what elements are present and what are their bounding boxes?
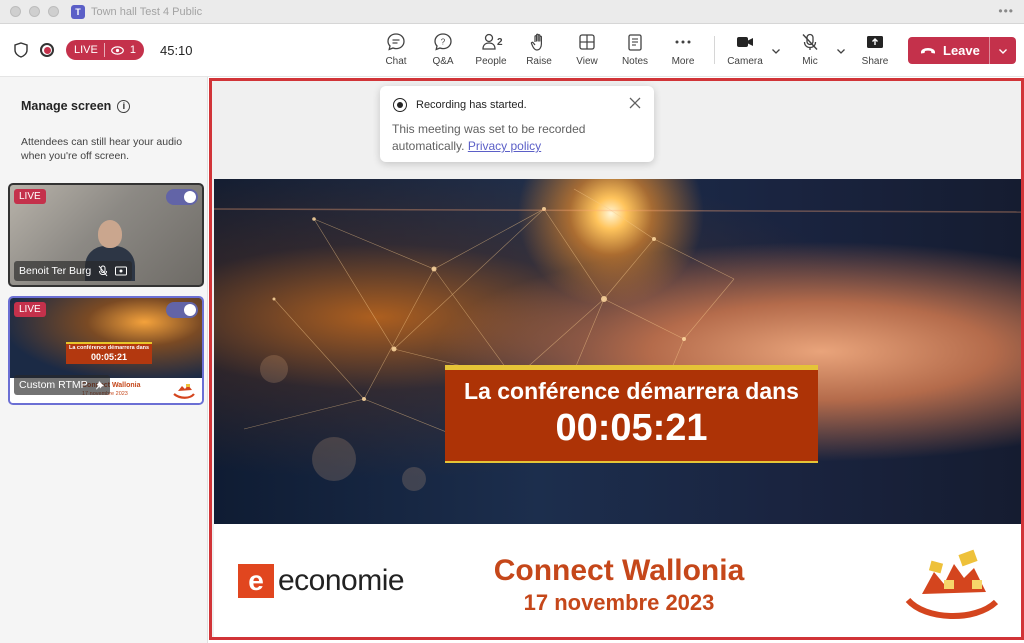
tile-live-badge: LIVE: [14, 189, 46, 204]
main-stage: La conférence démarrera dans 00:05:21 e …: [209, 78, 1024, 640]
raise-hand-button[interactable]: Raise: [514, 32, 564, 67]
recording-icon: [40, 43, 54, 57]
live-divider: [103, 43, 105, 57]
notes-label: Notes: [621, 56, 649, 67]
viewer-count: 1: [129, 44, 136, 56]
minimize-window-button[interactable]: [29, 6, 40, 17]
eye-icon: [110, 45, 124, 55]
source-name: Custom RTMP: [19, 379, 88, 391]
info-icon[interactable]: i: [117, 99, 131, 113]
view-grid-icon: [579, 34, 595, 50]
people-count: 2: [497, 37, 503, 48]
recording-notification: Recording has started. This meeting was …: [380, 86, 654, 162]
qa-label: Q&A: [432, 56, 454, 67]
maximize-window-button[interactable]: [48, 6, 59, 17]
share-label: Share: [861, 56, 889, 67]
camera-icon: [737, 37, 753, 47]
notification-title: Recording has started.: [416, 99, 527, 111]
manage-screen-panel: Manage screen i Attendees can still hear…: [0, 77, 208, 643]
chat-label: Chat: [385, 56, 407, 67]
shield-icon[interactable]: [14, 42, 28, 58]
hand-icon: [530, 33, 542, 51]
mic-muted-icon: [98, 265, 108, 277]
panel-title-text: Manage screen: [21, 99, 112, 113]
more-label: More: [671, 56, 695, 67]
share-icon: [867, 36, 883, 48]
thumb-countdown-label: La conférence démarrera dans: [68, 345, 150, 351]
slide-footer: e economie Connect Wallonia 17 novembre …: [214, 524, 1021, 637]
thumb-countdown-banner: La conférence démarrera dans 00:05:21: [66, 342, 152, 364]
live-status-badge[interactable]: LIVE 1: [66, 40, 144, 60]
camera-label: Camera: [727, 56, 763, 67]
meeting-timer: 45:10: [159, 42, 193, 58]
connect-wallonia-logo-icon: [905, 549, 999, 620]
network-lines-decoration: [214, 188, 1021, 491]
people-button[interactable]: 2 People: [466, 32, 516, 67]
chat-button[interactable]: Chat: [371, 32, 421, 67]
mic-label: Mic: [802, 56, 818, 67]
participant-name-bar: Benoit Ter Burg: [14, 261, 133, 281]
view-button[interactable]: View: [562, 32, 612, 67]
participant-tile-benoit[interactable]: LIVE Benoit Ter Burg: [8, 183, 204, 287]
close-icon[interactable]: [628, 96, 642, 110]
mic-button[interactable]: Mic: [785, 32, 835, 67]
on-screen-toggle[interactable]: [166, 189, 198, 205]
countdown-time: 00:05:21: [555, 407, 708, 449]
mic-options-chevron-icon[interactable]: [836, 46, 846, 56]
on-screen-toggle[interactable]: [166, 302, 198, 318]
qa-button[interactable]: ? Q&A: [418, 32, 468, 67]
share-button[interactable]: Share: [850, 32, 900, 67]
notes-button[interactable]: Notes: [610, 32, 660, 67]
camera-button[interactable]: Camera: [720, 32, 770, 67]
window-titlebar: T Town hall Test 4 Public •••: [0, 0, 1024, 24]
meeting-toolbar: LIVE 1 45:10 Chat ? Q&A 2 People Raise V…: [0, 24, 1024, 77]
leave-options-chevron[interactable]: [990, 46, 1016, 56]
people-label: People: [475, 56, 507, 67]
toolbar-divider: [714, 36, 715, 64]
chevron-down-icon: [999, 48, 1007, 54]
recording-status-icon: [393, 98, 407, 112]
mic-off-icon: [802, 33, 818, 50]
slide-background-image: [214, 179, 1021, 524]
pin-icon[interactable]: [95, 380, 105, 390]
svg-text:?: ?: [441, 38, 446, 47]
notification-body: This meeting was set to be recorded auto…: [392, 121, 642, 155]
camera-options-chevron-icon[interactable]: [771, 46, 781, 56]
notes-icon: [628, 34, 642, 51]
source-name-bar: Custom RTMP: [14, 375, 110, 395]
hang-up-phone-icon: [921, 47, 935, 53]
screen-options-icon[interactable]: [115, 266, 128, 277]
more-button[interactable]: More: [658, 32, 708, 67]
view-label: View: [576, 56, 598, 67]
countdown-banner: La conférence démarrera dans 00:05:21: [445, 365, 818, 463]
qa-icon: ?: [434, 33, 452, 51]
window-controls[interactable]: [10, 6, 59, 17]
more-icon: [675, 40, 691, 44]
panel-description: Attendees can still hear your audio when…: [21, 136, 183, 162]
thumb-countdown-time: 00:05:21: [90, 352, 128, 362]
participant-name: Benoit Ter Burg: [19, 265, 92, 277]
privacy-policy-link[interactable]: Privacy policy: [468, 139, 541, 153]
leave-button[interactable]: Leave: [908, 37, 1016, 64]
close-window-button[interactable]: [10, 6, 21, 17]
live-label: LIVE: [74, 44, 98, 56]
chat-icon: [387, 33, 405, 51]
participant-tile-custom-rtmp[interactable]: La conférence démarrera dans 00:05:21 Co…: [8, 296, 204, 405]
leave-label: Leave: [943, 43, 980, 58]
tile-live-badge: LIVE: [14, 302, 46, 317]
thumb-wallonia-logo-icon: [173, 384, 195, 399]
panel-title: Manage screen i: [21, 99, 131, 113]
raise-label: Raise: [526, 56, 552, 67]
teams-logo-icon: T: [71, 4, 85, 19]
more-options-icon[interactable]: •••: [998, 4, 1014, 18]
leave-main-area[interactable]: Leave: [908, 37, 990, 64]
meeting-status: LIVE 1 45:10: [14, 40, 193, 60]
window-title: Town hall Test 4 Public: [91, 5, 203, 18]
countdown-label: La conférence démarrera dans: [464, 378, 799, 404]
